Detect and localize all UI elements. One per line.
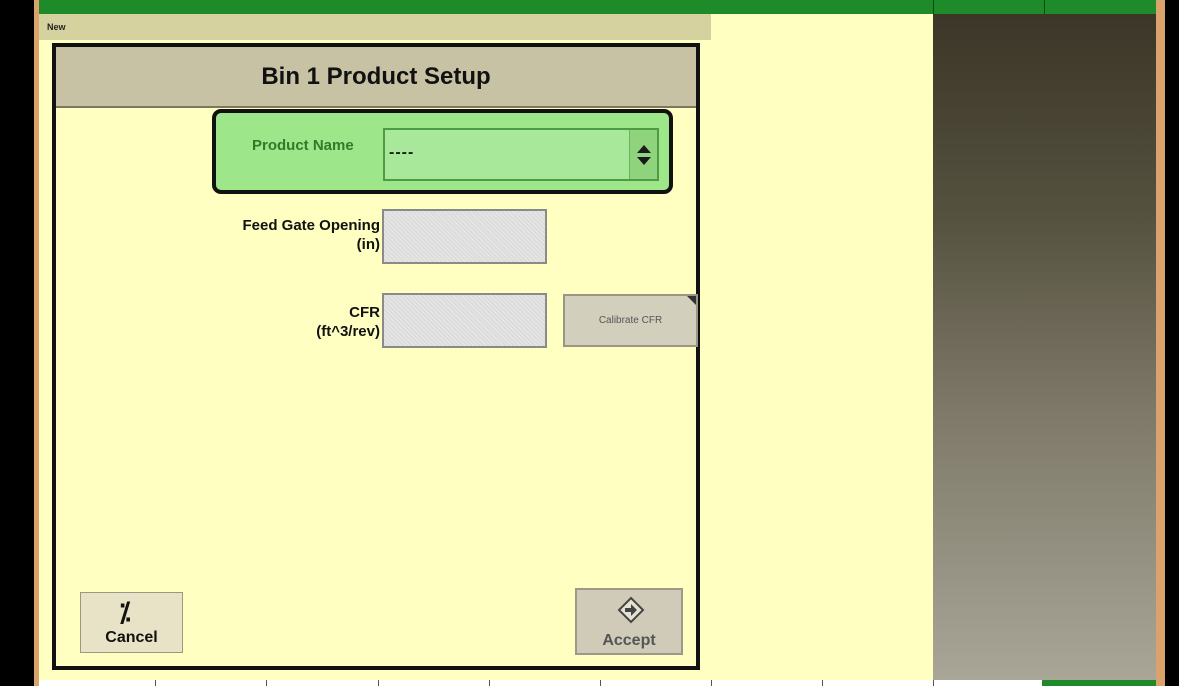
tab-divider [933,680,934,686]
product-name-group: Product Name ---- [212,109,673,194]
accept-button[interactable]: Accept [575,588,683,655]
calibrate-cfr-label: Calibrate CFR [598,315,663,326]
cfr-input[interactable] [382,293,547,348]
cancel-button[interactable]: ⁒ Cancel [80,592,183,653]
screen: New Bin 1 Product Setup Product Name ---… [0,0,1179,686]
tab-divider [489,680,490,686]
top-bar [39,0,1156,14]
new-strip: New [39,14,711,40]
top-bar-divider [1044,0,1045,14]
top-bar-divider [933,0,934,14]
cfr-label-line1: CFR [349,304,380,321]
cancel-label: Cancel [105,629,158,646]
tab-divider [155,680,156,686]
tab-divider [822,680,823,686]
product-name-select[interactable]: ---- [383,128,659,181]
up-down-spinner-icon[interactable] [629,130,657,179]
right-panel [933,14,1156,680]
bottom-tab-bar [39,680,1156,686]
feed-gate-unit: (in) [356,236,380,253]
accept-diamond-arrow-icon [617,596,645,624]
cfr-unit: (ft^3/rev) [316,323,380,340]
product-setup-dialog: Bin 1 Product Setup Product Name ---- Fe… [52,43,700,670]
tab-divider [600,680,601,686]
bottom-active-tab [1042,680,1156,686]
feed-gate-label-line1: Feed Gate Opening [242,217,380,234]
dialog-title: Bin 1 Product Setup [56,47,696,108]
calibrate-cfr-button[interactable]: Calibrate CFR [563,294,698,347]
product-name-value: ---- [389,144,415,161]
tab-divider [266,680,267,686]
feed-gate-label: Feed Gate Opening (in) [166,216,380,254]
tab-divider [378,680,379,686]
tab-divider [711,680,712,686]
feed-gate-input[interactable] [382,209,547,264]
up-down-arrows-icon [636,144,651,165]
middle-panel [711,14,933,680]
accept-label: Accept [602,632,656,649]
new-label: New [47,22,66,32]
bezel-right [1156,0,1165,686]
cfr-label: CFR (ft^3/rev) [166,303,380,341]
corner-indicator-icon [687,296,696,305]
cancel-slash-icon: ⁒ [119,597,131,627]
product-name-label: Product Name [252,137,354,154]
